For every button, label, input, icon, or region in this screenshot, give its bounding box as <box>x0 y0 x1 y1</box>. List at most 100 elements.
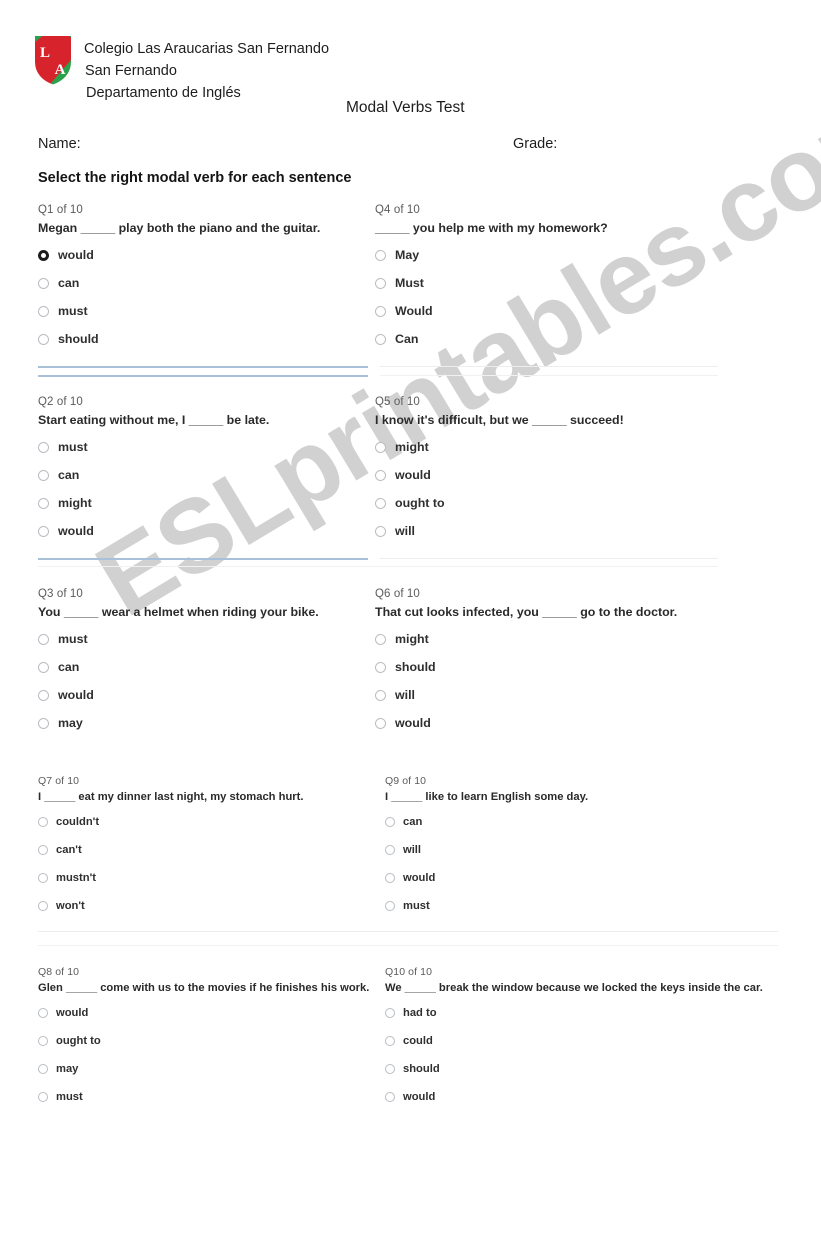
option-row[interactable]: might <box>375 625 677 653</box>
school-city: San Fernando <box>85 63 177 79</box>
radio-icon[interactable] <box>375 633 386 645</box>
option-row[interactable]: will <box>385 836 588 864</box>
radio-icon[interactable] <box>375 333 386 345</box>
radio-icon[interactable] <box>38 845 48 855</box>
option-row[interactable]: can <box>385 808 588 836</box>
radio-icon[interactable] <box>385 845 395 855</box>
radio-icon[interactable] <box>38 901 48 911</box>
option-row[interactable]: would <box>38 517 269 545</box>
option-row[interactable]: would <box>375 709 677 737</box>
question-number: Q9 of 10 <box>385 775 427 787</box>
option-row[interactable]: May <box>375 241 608 269</box>
option-row[interactable]: had to <box>385 999 763 1027</box>
option-row[interactable]: should <box>38 325 320 353</box>
radio-icon[interactable] <box>375 249 386 261</box>
option-label: could <box>403 1035 433 1047</box>
option-row[interactable]: must <box>38 433 269 461</box>
question-text: I _____ eat my dinner last night, my sto… <box>38 791 304 803</box>
school-department: Departamento de Inglés <box>86 85 241 101</box>
radio-icon[interactable] <box>385 901 395 911</box>
radio-icon[interactable] <box>38 497 49 509</box>
name-grade-row: Name: Grade: <box>0 136 821 156</box>
option-label: couldn't <box>56 816 100 828</box>
radio-icon[interactable] <box>38 469 49 481</box>
question-block-3: Q3 of 10 You _____ wear a helmet when ri… <box>38 588 319 737</box>
radio-icon[interactable] <box>375 661 386 673</box>
radio-icon[interactable] <box>38 249 49 261</box>
radio-icon[interactable] <box>385 1036 395 1046</box>
radio-icon[interactable] <box>375 525 386 537</box>
school-logo: L A <box>31 32 75 88</box>
radio-icon[interactable] <box>38 277 49 289</box>
option-label: must <box>58 632 88 646</box>
option-row[interactable]: will <box>375 681 677 709</box>
option-row[interactable]: Can <box>375 325 608 353</box>
question-block-9: Q9 of 10 I _____ like to learn English s… <box>385 775 588 920</box>
option-row[interactable]: won't <box>38 892 303 920</box>
option-label: can <box>403 816 423 828</box>
option-label: may <box>58 716 83 730</box>
option-row[interactable]: will <box>375 517 624 545</box>
radio-icon[interactable] <box>385 1008 395 1018</box>
radio-icon[interactable] <box>375 689 386 701</box>
radio-icon[interactable] <box>38 441 49 453</box>
radio-icon[interactable] <box>38 333 49 345</box>
radio-icon[interactable] <box>38 817 48 827</box>
option-row[interactable]: ought to <box>38 1027 369 1055</box>
option-row[interactable]: can <box>38 461 269 489</box>
radio-icon[interactable] <box>38 1036 48 1046</box>
option-row[interactable]: may <box>38 709 319 737</box>
radio-icon[interactable] <box>38 689 49 701</box>
radio-icon[interactable] <box>38 1008 48 1018</box>
option-row[interactable]: mustn't <box>38 864 303 892</box>
option-row[interactable]: can't <box>38 836 303 864</box>
radio-icon[interactable] <box>375 497 386 509</box>
radio-icon[interactable] <box>385 817 395 827</box>
option-row[interactable]: could <box>385 1027 763 1055</box>
name-label: Name: <box>38 136 81 152</box>
radio-icon[interactable] <box>375 469 386 481</box>
radio-icon[interactable] <box>385 873 395 883</box>
option-row[interactable]: can <box>38 269 320 297</box>
option-row[interactable]: Must <box>375 269 608 297</box>
radio-icon[interactable] <box>38 1064 48 1074</box>
radio-icon[interactable] <box>38 717 49 729</box>
option-row[interactable]: should <box>375 653 677 681</box>
question-number: Q2 of 10 <box>38 396 83 408</box>
question-block-7: Q7 of 10 I _____ eat my dinner last nigh… <box>38 775 303 920</box>
option-row[interactable]: must <box>385 892 588 920</box>
option-row[interactable]: must <box>38 1083 369 1111</box>
radio-icon[interactable] <box>375 277 386 289</box>
option-row[interactable]: Would <box>375 297 608 325</box>
option-row[interactable]: can <box>38 653 319 681</box>
option-row[interactable]: would <box>385 1083 763 1111</box>
option-label: might <box>395 632 429 646</box>
radio-icon[interactable] <box>385 1092 395 1102</box>
option-row[interactable]: would <box>38 999 369 1027</box>
radio-icon[interactable] <box>38 305 49 317</box>
option-row[interactable]: couldn't <box>38 808 303 836</box>
question-text: Megan _____ play both the piano and the … <box>38 221 321 235</box>
radio-icon[interactable] <box>375 305 386 317</box>
option-row[interactable]: should <box>385 1055 763 1083</box>
radio-icon[interactable] <box>375 717 386 729</box>
radio-icon[interactable] <box>38 661 49 673</box>
option-row[interactable]: ought to <box>375 489 624 517</box>
option-row[interactable]: would <box>38 241 320 269</box>
option-row[interactable]: would <box>375 461 624 489</box>
radio-icon[interactable] <box>38 873 48 883</box>
option-row[interactable]: must <box>38 625 319 653</box>
option-row[interactable]: might <box>375 433 624 461</box>
option-row[interactable]: would <box>38 681 319 709</box>
option-label: can't <box>56 844 82 856</box>
question-text: I know it's difficult, but we _____ succ… <box>375 413 624 427</box>
option-row[interactable]: would <box>385 864 588 892</box>
option-row[interactable]: may <box>38 1055 369 1083</box>
radio-icon[interactable] <box>38 1092 48 1102</box>
radio-icon[interactable] <box>38 525 49 537</box>
radio-icon[interactable] <box>385 1064 395 1074</box>
radio-icon[interactable] <box>375 441 386 453</box>
option-row[interactable]: must <box>38 297 320 325</box>
option-row[interactable]: might <box>38 489 269 517</box>
radio-icon[interactable] <box>38 633 49 645</box>
